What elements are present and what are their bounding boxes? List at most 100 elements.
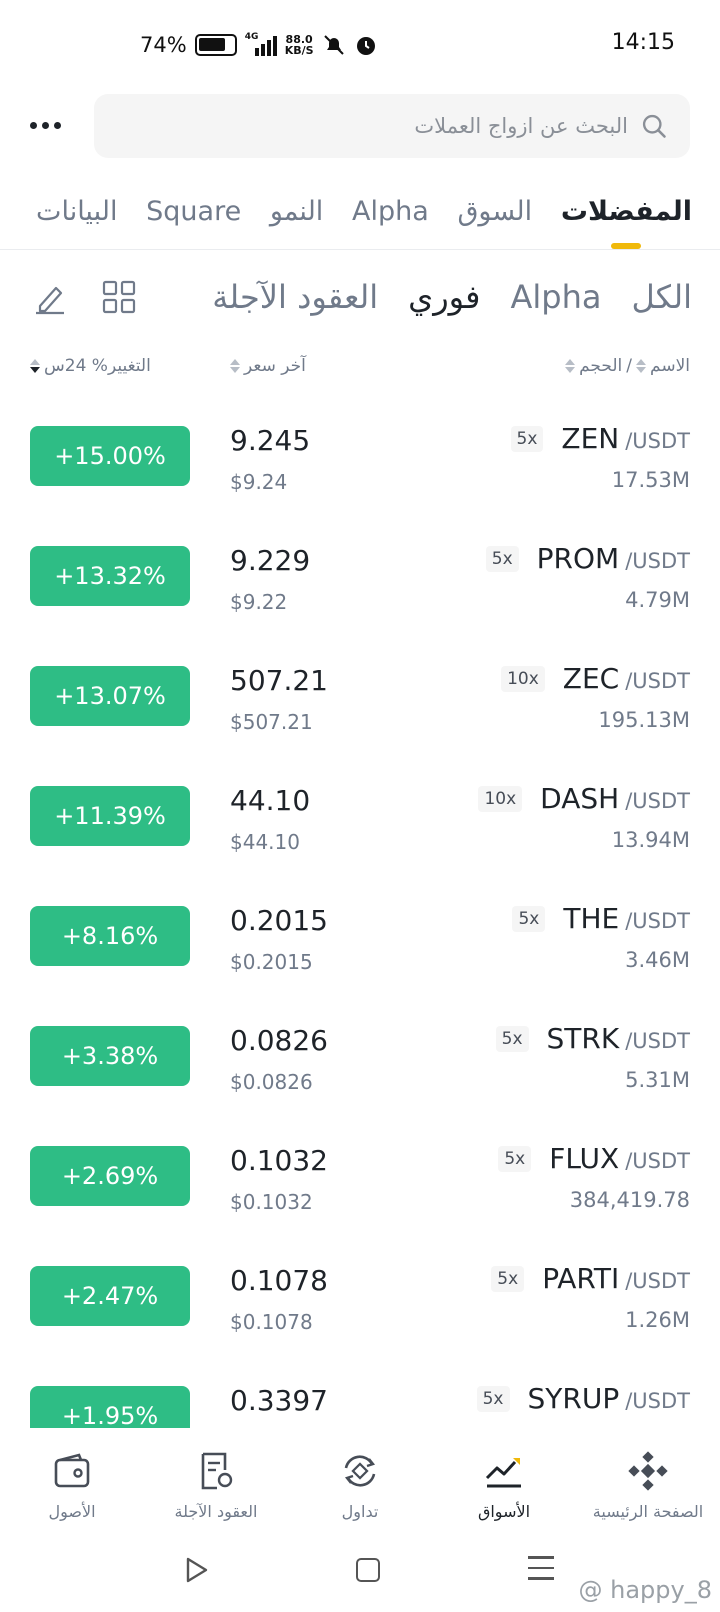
table-row[interactable]: +8.16% 0.2015 $0.2015 5x THE/USDT 3.46M (0, 880, 720, 1000)
change-badge[interactable]: +15.00% (30, 426, 190, 486)
tab-square[interactable]: Square (146, 196, 241, 227)
column-header-last-price[interactable]: آخر سعر (230, 356, 306, 376)
leverage-badge: 5x (491, 1265, 525, 1292)
subtab-futures[interactable]: العقود الآجلة (212, 278, 378, 316)
volume: 1.26M (625, 1308, 690, 1332)
price-usd: $0.0826 (230, 1070, 313, 1094)
column-header-name-volume[interactable]: الاسم / الحجم (565, 356, 690, 376)
tab-data[interactable]: البيانات (36, 196, 117, 227)
futures-icon (201, 1452, 233, 1490)
recent-apps-button[interactable] (528, 1556, 554, 1588)
bottom-nav: الأصول العقود الآجلة تداول الأسواق الصفح… (0, 1428, 720, 1528)
volume: 13.94M (611, 828, 690, 852)
table-row[interactable]: +2.47% 0.1078 $0.1078 5x PARTI/USDT 1.26M (0, 1240, 720, 1360)
change-badge[interactable]: +2.47% (30, 1266, 190, 1326)
market-list: +15.00% 9.245 $9.24 5x ZEN/USDT 17.53M +1… (0, 400, 720, 1428)
table-row[interactable]: +15.00% 9.245 $9.24 5x ZEN/USDT 17.53M (0, 400, 720, 520)
change-badge[interactable]: +13.07% (30, 666, 190, 726)
volume: 384,419.78 (569, 1188, 690, 1212)
change-badge[interactable]: +1.95% (30, 1386, 190, 1428)
grid-view-icon[interactable] (102, 280, 136, 314)
more-options-button[interactable] (30, 110, 70, 140)
sort-icon (636, 359, 647, 373)
nav-assets[interactable]: الأصول (0, 1428, 144, 1528)
change-badge[interactable]: +11.39% (30, 786, 190, 846)
last-price: 0.3397 (230, 1384, 328, 1417)
last-price: 0.0826 (230, 1024, 328, 1057)
table-row[interactable]: +13.32% 9.229 $9.22 5x PROM/USDT 4.79M (0, 520, 720, 640)
leverage-badge: 10x (478, 785, 523, 812)
net-speed: 88.0 KB/S (284, 33, 314, 57)
signal-icon: 4G (245, 32, 277, 56)
change-badge[interactable]: +8.16% (30, 906, 190, 966)
price-usd: $9.22 (230, 590, 288, 614)
change-badge[interactable]: +2.69% (30, 1146, 190, 1206)
pair-name: 5x SYRUP/USDT (476, 1382, 690, 1415)
nav-markets[interactable]: الأسواق (432, 1428, 576, 1528)
active-tab-indicator (611, 242, 642, 249)
table-row[interactable]: +3.38% 0.0826 $0.0826 5x STRK/USDT 5.31M (0, 1000, 720, 1120)
subtab-alpha[interactable]: Alpha (510, 278, 601, 316)
column-header-change[interactable]: التغيير% 24س (30, 356, 151, 376)
tab-growth[interactable]: النمو (270, 196, 323, 227)
pair-name: 5x ZEN/USDT (510, 422, 690, 455)
change-badge[interactable]: +3.38% (30, 1026, 190, 1086)
leverage-badge: 5x (476, 1385, 510, 1412)
dot-icon (30, 121, 37, 129)
search-input[interactable]: البحث عن ازواج العملات (94, 94, 690, 158)
table-row[interactable]: +1.95% 0.3397 5x SYRUP/USDT (0, 1360, 720, 1428)
edit-icon[interactable] (32, 280, 68, 316)
volume: 17.53M (611, 468, 690, 492)
mute-icon (323, 35, 344, 55)
pair-name: 5x THE/USDT (512, 902, 690, 935)
last-price: 507.21 (230, 664, 328, 697)
volume: 5.31M (625, 1068, 690, 1092)
wallet-icon (54, 1453, 90, 1488)
price-usd: $44.10 (230, 830, 300, 854)
volume: 195.13M (598, 708, 690, 732)
battery-percent: 74% (140, 33, 187, 57)
volume: 4.79M (625, 588, 690, 612)
status-bar: 74% 4G 88.0 KB/S 14:15 (0, 0, 720, 90)
last-price: 9.229 (230, 544, 311, 577)
pair-name: 10x ZEC/USDT (501, 662, 690, 695)
last-price: 0.1078 (230, 1264, 328, 1297)
volume: 3.46M (625, 948, 690, 972)
tab-favorites[interactable]: المفضلات (561, 196, 692, 249)
change-badge[interactable]: +13.32% (30, 546, 190, 606)
dot-icon (42, 121, 49, 129)
pair-name: 5x PROM/USDT (485, 542, 690, 575)
sub-tabs: الكل Alpha فوري العقود الآجلة (212, 270, 692, 324)
table-row[interactable]: +2.69% 0.1032 $0.1032 5x FLUX/USDT 384,41… (0, 1120, 720, 1240)
nav-home[interactable]: الصفحة الرئيسية (576, 1428, 720, 1528)
last-price: 9.245 (230, 424, 311, 457)
dot-icon (54, 121, 61, 129)
pair-name: 5x FLUX/USDT (498, 1142, 690, 1175)
tab-market[interactable]: السوق (457, 196, 532, 227)
nav-futures[interactable]: العقود الآجلة (144, 1428, 288, 1528)
price-usd: $9.24 (230, 470, 288, 494)
leverage-badge: 10x (501, 665, 545, 692)
table-row[interactable]: +13.07% 507.21 $507.21 10x ZEC/USDT 195.1… (0, 640, 720, 760)
search-placeholder: البحث عن ازواج العملات (414, 114, 628, 138)
home-button[interactable] (356, 1558, 380, 1582)
pair-name: 10x DASH/USDT (478, 782, 690, 815)
battery-icon (194, 34, 237, 56)
clock: 14:15 (611, 30, 675, 55)
price-usd: $0.2015 (230, 950, 313, 974)
table-row[interactable]: +11.39% 44.10 $44.10 10x DASH/USDT 13.94M (0, 760, 720, 880)
watermark: @ happy_8 (578, 1576, 713, 1604)
price-usd: $0.1078 (230, 1310, 313, 1334)
sort-icon (565, 359, 576, 373)
last-price: 0.2015 (230, 904, 328, 937)
subtab-all[interactable]: الكل (631, 278, 692, 316)
subtab-spot[interactable]: فوري (408, 278, 480, 316)
price-usd: $507.21 (230, 710, 313, 734)
back-icon[interactable] (182, 1556, 210, 1584)
tab-alpha[interactable]: Alpha (352, 196, 429, 227)
alarm-icon (356, 37, 375, 55)
trade-icon (344, 1455, 376, 1487)
pair-name: 5x STRK/USDT (495, 1022, 690, 1055)
leverage-badge: 5x (510, 425, 544, 452)
nav-trade[interactable]: تداول (288, 1428, 432, 1528)
